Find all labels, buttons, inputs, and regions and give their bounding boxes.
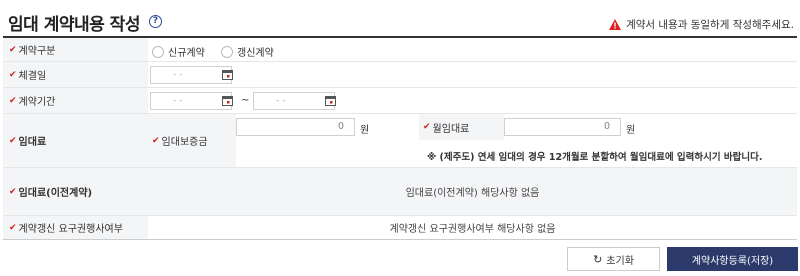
row-contract-type: ✔ 계약구분 신규계약 갱신계약 (3, 38, 797, 62)
deposit-label: ✔ 임대보증금 (148, 114, 236, 167)
signing-date-label: ✔ 체결일 (3, 62, 148, 87)
period-end-input[interactable]: - - (253, 92, 335, 110)
period-separator: ~ (241, 95, 250, 106)
contract-type-label: ✔ 계약구분 (3, 38, 148, 61)
radio-circle-icon (221, 45, 233, 58)
required-check-icon: ✔ (9, 186, 17, 197)
refresh-icon: ↻ (593, 252, 603, 266)
period-start-input[interactable]: - - (150, 92, 232, 110)
required-check-icon: ✔ (423, 122, 431, 132)
radio-circle-icon (152, 45, 164, 58)
radio-renewal-contract[interactable]: 갱신계약 (221, 44, 274, 59)
required-check-icon: ✔ (9, 69, 17, 80)
monthly-rent-unit: 원 (626, 125, 636, 136)
monthly-rent-label: ✔ 월임대료 (419, 114, 504, 140)
calendar-icon[interactable] (222, 69, 233, 80)
previous-rent-value: 임대료(이전계약) 해당사항 없음 (148, 168, 797, 215)
required-check-icon: ✔ (9, 44, 17, 55)
row-contract-period: ✔ 계약기간 - - ~ - - (3, 88, 797, 114)
reset-button[interactable]: ↻ 초기화 (567, 247, 660, 271)
radio-new-contract[interactable]: 신규계약 (152, 44, 205, 59)
deposit-unit: 원 (360, 125, 370, 136)
previous-rent-label: ✔ 임대료(이전계약) (3, 168, 148, 215)
rent-label: ✔ 임대료 (3, 114, 148, 167)
warning-icon (609, 19, 622, 30)
row-signing-date: ✔ 체결일 - - (3, 62, 797, 88)
jeju-rent-note: ※ (제주도) 연세 임대의 경우 12개월로 분할하여 월임대료에 입력하시기… (427, 152, 763, 163)
calendar-icon[interactable] (222, 95, 233, 106)
row-renewal-request: ✔ 계약갱신 요구권행사여부 계약갱신 요구권행사여부 해당사항 없음 (3, 216, 797, 240)
required-check-icon: ✔ (9, 95, 17, 106)
row-previous-rent: ✔ 임대료(이전계약) 임대료(이전계약) 해당사항 없음 (3, 168, 797, 216)
monthly-rent-input[interactable]: 0 (504, 118, 621, 136)
renewal-request-value: 계약갱신 요구권행사여부 해당사항 없음 (148, 216, 797, 239)
notice-text: 계약서 내용과 동일하게 작성해주세요. (626, 19, 794, 31)
required-check-icon: ✔ (152, 135, 160, 146)
contract-form: ✔ 계약구분 신규계약 갱신계약 ✔ 체결일 - - ✔ 계약기간 - - ~ … (3, 36, 797, 240)
row-rent: ✔ 임대료 ✔ 임대보증금 0 원 ✔ 월임대료 0 원 ※ (제주도) 연세 … (3, 114, 797, 168)
renewal-request-label: ✔ 계약갱신 요구권행사여부 (3, 216, 148, 239)
help-icon[interactable]: ? (149, 15, 162, 28)
contract-period-label: ✔ 계약기간 (3, 88, 148, 113)
signing-date-input[interactable]: - - (150, 66, 232, 84)
submit-contract-button[interactable]: 계약사항등록(저장) (667, 247, 798, 271)
required-check-icon: ✔ (9, 135, 17, 146)
calendar-icon[interactable] (325, 95, 336, 106)
notice-message: 계약서 내용과 동일하게 작성해주세요. (609, 17, 794, 32)
page-header: 임대 계약내용 작성 ? 계약서 내용과 동일하게 작성해주세요. (8, 8, 794, 35)
page-title: 임대 계약내용 작성 (8, 15, 140, 35)
required-check-icon: ✔ (9, 222, 17, 233)
deposit-input[interactable]: 0 (236, 118, 355, 136)
